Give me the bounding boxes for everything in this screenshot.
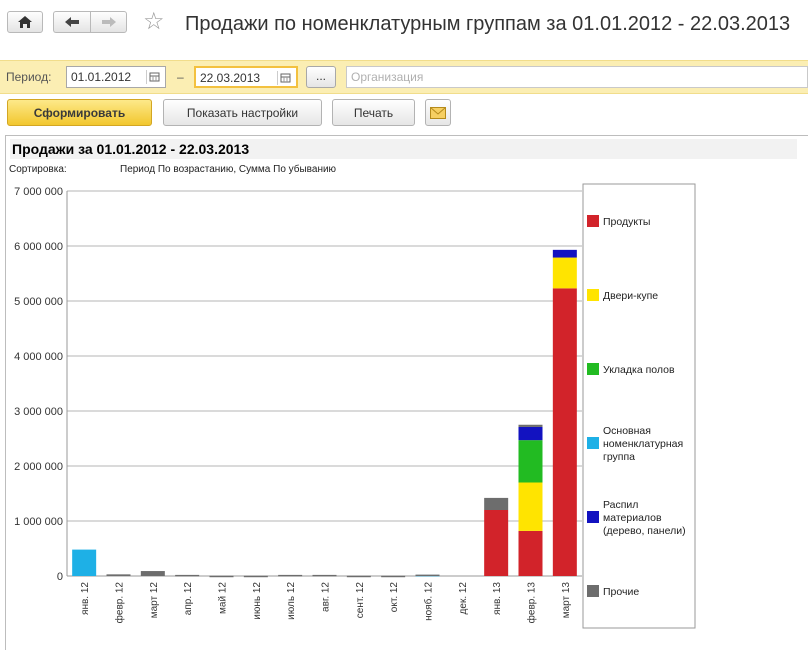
period-label: Период: (6, 70, 52, 84)
report-title: Продажи за 01.01.2012 - 22.03.2013 (10, 139, 797, 159)
organization-field[interactable]: Организация (346, 66, 808, 88)
favorite-star-icon[interactable]: ☆ (143, 10, 165, 34)
date-to-value: 22.03.2013 (200, 71, 261, 85)
organization-placeholder: Организация (351, 70, 424, 84)
title-bar: ☆ Продажи по номенклатурным группам за 0… (0, 0, 808, 52)
report-area: Продажи за 01.01.2012 - 22.03.2013 Сорти… (5, 135, 808, 650)
show-settings-button[interactable]: Показать настройки (163, 99, 322, 126)
generate-button[interactable]: Сформировать (7, 99, 152, 126)
sort-value: Период По возрастанию, Сумма По убыванию (120, 164, 337, 175)
date-from-field[interactable]: 01.01.2012 (66, 66, 166, 88)
sort-label: Сортировка: (9, 164, 67, 175)
page-title: Продажи по номенклатурным группам за 01.… (185, 13, 791, 35)
arrow-right-icon (101, 17, 116, 27)
date-from-value: 01.01.2012 (71, 70, 132, 84)
forward-button[interactable] (90, 11, 127, 33)
more-label: ... (316, 69, 327, 83)
filter-bar: Период: 01.01.2012 – 22.03.2013 ... Орга… (0, 60, 808, 94)
date-to-field[interactable]: 22.03.2013 (194, 66, 298, 88)
period-select-button[interactable]: ... (306, 66, 336, 88)
home-button[interactable] (7, 11, 43, 33)
calendar-icon[interactable] (277, 71, 293, 85)
period-dash: – (177, 70, 184, 84)
calendar-icon[interactable] (146, 70, 162, 84)
back-button[interactable] (53, 11, 90, 33)
print-button[interactable]: Печать (332, 99, 415, 126)
arrow-left-icon (65, 17, 79, 27)
envelope-icon (430, 106, 446, 119)
send-email-button[interactable] (425, 99, 451, 126)
home-icon (18, 16, 32, 28)
